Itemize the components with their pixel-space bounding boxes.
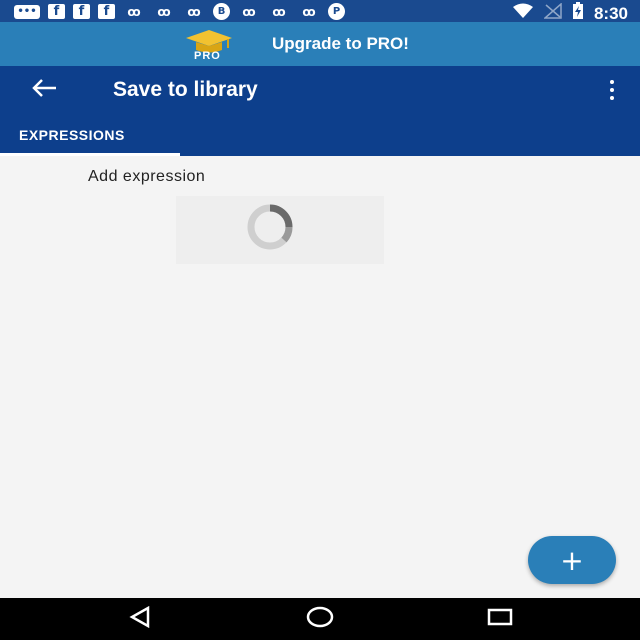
wifi-icon [512, 3, 534, 24]
add-fab-button[interactable]: + [528, 536, 616, 584]
nav-recents-button[interactable] [480, 606, 520, 632]
add-expression-label: Add expression [88, 168, 206, 185]
upgrade-label[interactable]: Upgrade to PRO! [272, 34, 409, 54]
app-icon-4: ꝏ [242, 4, 256, 19]
clock: 8:30 [593, 3, 628, 23]
upgrade-banner[interactable]: PRO Upgrade to PRO! [0, 22, 640, 66]
nav-back-button[interactable] [120, 605, 160, 633]
tab-indicator [0, 153, 180, 156]
app-icon-3: ꝏ [187, 4, 201, 19]
system-nav-bar [0, 598, 640, 640]
no-signal-icon [542, 2, 562, 24]
more-vert-icon-dot [610, 80, 614, 84]
overflow-menu-button[interactable] [606, 78, 618, 102]
nav-home-button[interactable] [300, 606, 340, 632]
tab-expressions[interactable]: EXPRESSIONS [0, 114, 180, 156]
more-vert-icon-dot [610, 96, 614, 100]
loading-indicator [176, 196, 384, 264]
pro-badge: PRO [184, 26, 234, 62]
triangle-back-icon [128, 605, 152, 633]
circle-home-icon [305, 605, 335, 634]
more-vert-icon-dot [610, 88, 614, 92]
notification-icons: ••• f f f ꝏ ꝏ ꝏ Bꝏ ꝏ ꝏ P [14, 3, 345, 20]
page-title: Save to library [113, 78, 258, 101]
b-icon: B [213, 3, 230, 20]
facebook-icon-3: f [98, 4, 115, 19]
app-icon-6: ꝏ [302, 4, 316, 19]
app-icon-1: ꝏ [127, 4, 141, 19]
back-button[interactable] [28, 76, 60, 104]
arrow-left-icon [31, 78, 57, 103]
spinner-icon [247, 204, 293, 250]
app-icon-2: ꝏ [157, 4, 171, 19]
status-bar: ••• f f f ꝏ ꝏ ꝏ Bꝏ ꝏ ꝏ P 8:30 [0, 0, 640, 24]
messages-icon: ••• [14, 4, 40, 19]
app-bar: Save to library EXPRESSIONS [0, 66, 640, 156]
tab-label: EXPRESSIONS [19, 127, 125, 143]
square-recents-icon [486, 607, 514, 632]
plus-icon: + [560, 543, 584, 577]
pro-badge-text: PRO [194, 50, 221, 62]
facebook-icon-1: f [48, 4, 65, 19]
app-icon-5: ꝏ [272, 4, 286, 19]
pinterest-icon: P [328, 3, 345, 20]
facebook-icon-2: f [73, 4, 90, 19]
